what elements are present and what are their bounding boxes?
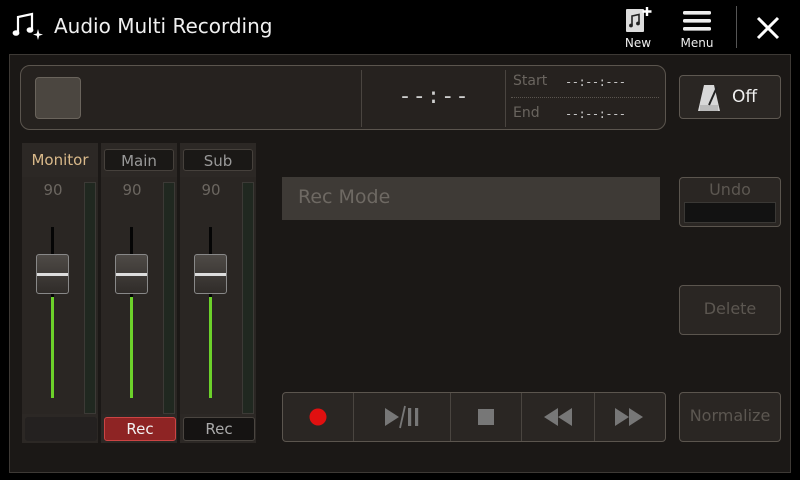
- new-button[interactable]: New: [612, 6, 664, 52]
- menu-label: Menu: [680, 36, 714, 50]
- info-divider: [505, 70, 506, 127]
- channel-tab-monitor[interactable]: Monitor: [25, 149, 95, 171]
- level-meter: [242, 182, 254, 414]
- undo-indicator: [684, 202, 776, 223]
- fader-track[interactable]: [51, 227, 54, 398]
- end-label: End: [513, 105, 540, 121]
- channel-tab-main[interactable]: Main: [104, 149, 174, 171]
- channel-sub: Sub 90 Rec: [180, 143, 256, 443]
- new-label: New: [624, 36, 652, 50]
- channel-tab-sub[interactable]: Sub: [183, 149, 253, 171]
- start-end-divider: [511, 97, 659, 98]
- transport-bar: [282, 392, 666, 442]
- rec-button-sub[interactable]: Rec: [183, 417, 255, 441]
- metronome-icon: [698, 85, 720, 111]
- mixer: Monitor 90 Main 90 Rec Sub 90 Rec: [22, 143, 258, 443]
- record-icon[interactable]: [283, 393, 353, 441]
- close-icon[interactable]: [748, 8, 788, 48]
- fader-knob[interactable]: [194, 254, 227, 294]
- time-display: --:--: [398, 84, 470, 109]
- delete-button[interactable]: Delete: [679, 285, 781, 335]
- level-meter: [163, 182, 175, 414]
- level-meter: [84, 182, 96, 414]
- menu-icon: [683, 11, 711, 31]
- channel-volume-value: 90: [43, 181, 63, 199]
- channel-volume-value: 90: [201, 181, 221, 199]
- fader-track[interactable]: [130, 227, 133, 398]
- fast-forward-icon[interactable]: [595, 393, 665, 441]
- rec-mode-field[interactable]: Rec Mode: [282, 177, 660, 220]
- start-value: --:--:---: [565, 75, 626, 89]
- stop-icon[interactable]: [451, 393, 521, 441]
- channel-main: Main 90 Rec: [101, 143, 177, 443]
- channel-volume-value: 90: [122, 181, 142, 199]
- new-song-icon: [626, 7, 652, 32]
- undo-button[interactable]: Undo: [679, 177, 781, 227]
- info-divider: [361, 70, 362, 127]
- fader-track[interactable]: [209, 227, 212, 398]
- start-label: Start: [513, 73, 548, 89]
- start-row: Start --:--:---: [513, 73, 661, 95]
- fader-knob[interactable]: [36, 254, 69, 294]
- end-value: --:--:---: [565, 107, 626, 121]
- page-title: Audio Multi Recording: [54, 14, 273, 38]
- menu-button[interactable]: Menu: [671, 6, 723, 52]
- metronome-button[interactable]: Off: [679, 75, 781, 119]
- title-bar: Audio Multi Recording New Menu: [0, 0, 800, 54]
- play-pause-icon[interactable]: [354, 393, 450, 441]
- metronome-label: Off: [732, 87, 758, 107]
- normalize-button[interactable]: Normalize: [679, 392, 781, 442]
- rewind-icon[interactable]: [522, 393, 594, 441]
- fader-knob[interactable]: [115, 254, 148, 294]
- song-thumbnail[interactable]: [35, 77, 81, 119]
- rec-button-empty: [25, 417, 97, 441]
- rec-button-main[interactable]: Rec: [104, 417, 176, 441]
- title-divider: [736, 6, 737, 48]
- end-row: End --:--:---: [513, 105, 661, 127]
- undo-label: Undo: [709, 180, 751, 199]
- music-note-icon: [12, 12, 43, 40]
- channel-monitor: Monitor 90: [22, 143, 98, 443]
- song-info-bar[interactable]: --:-- Start --:--:--- End --:--:---: [20, 65, 666, 130]
